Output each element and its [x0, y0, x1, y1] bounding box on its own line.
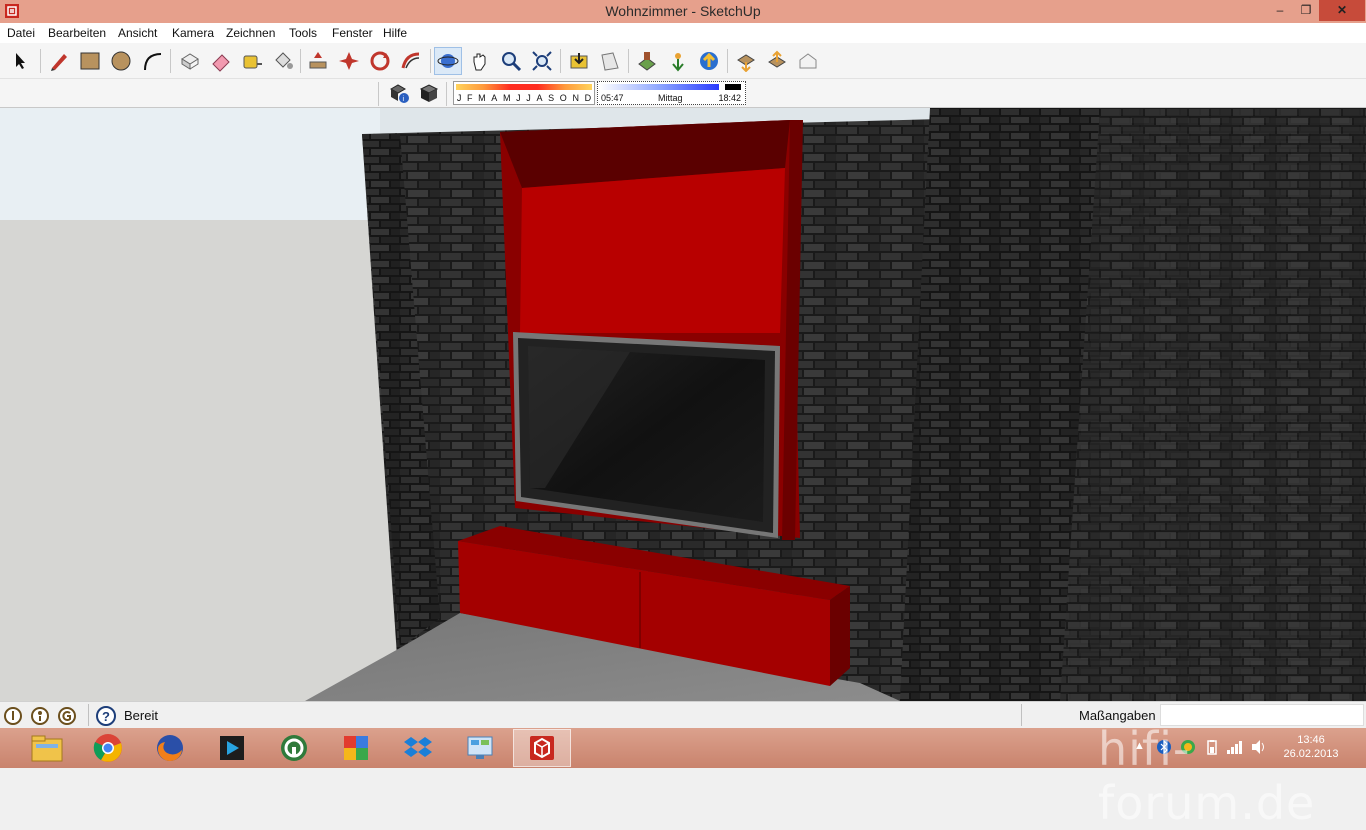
zoom-icon[interactable] [497, 47, 525, 75]
svg-text:?: ? [102, 709, 110, 724]
display-shadows-icon[interactable] [415, 79, 443, 107]
move-icon[interactable] [304, 47, 332, 75]
title-bar: Wohnzimmer - SketchUp – ❐ ✕ [0, 0, 1366, 23]
measurements-label: Maßangaben [1079, 708, 1156, 723]
model-viewport[interactable] [0, 107, 1366, 701]
share-model-icon[interactable] [695, 47, 723, 75]
toolbar-separator [300, 49, 301, 73]
select-icon[interactable] [7, 47, 35, 75]
help-icon[interactable]: ? [96, 706, 116, 726]
paint-bucket-icon[interactable] [269, 47, 297, 75]
chrome-icon[interactable] [79, 729, 137, 767]
toolbar-separator [560, 49, 561, 73]
time-gradient [600, 84, 719, 90]
menu-zeichnen[interactable]: Zeichnen [226, 26, 275, 40]
menu-bearbeiten[interactable]: Bearbeiten [48, 26, 106, 40]
firefox-icon[interactable] [141, 729, 199, 767]
tape-measure-icon[interactable] [238, 47, 266, 75]
explorer-icon[interactable] [18, 729, 76, 767]
window-title: Wohnzimmer - SketchUp [605, 3, 761, 19]
menu-tools[interactable]: Tools [289, 26, 317, 40]
geo-location-icon[interactable] [3, 706, 23, 726]
follow-me-icon[interactable] [397, 47, 425, 75]
puzzle-app-icon[interactable] [327, 729, 385, 767]
shadow-settings-icon[interactable]: i [385, 79, 413, 107]
toolbar-separator [430, 49, 431, 73]
month-gradient [456, 84, 592, 90]
maximize-button[interactable]: ❐ [1293, 0, 1319, 21]
previous-view-icon[interactable] [565, 47, 593, 75]
3d-warehouse-icon[interactable] [794, 47, 822, 75]
time-start-label: 05:47 [601, 93, 624, 103]
status-text: Bereit [124, 708, 158, 723]
time-end-label: 18:42 [718, 93, 741, 103]
toolbar-separator [40, 49, 41, 73]
close-button[interactable]: ✕ [1319, 0, 1365, 21]
menu-fenster[interactable]: Fenster [332, 26, 373, 40]
toolbar-separator [446, 82, 447, 106]
dropbox-icon[interactable] [389, 729, 447, 767]
media-player-icon[interactable] [203, 729, 261, 767]
menu-ansicht[interactable]: Ansicht [118, 26, 157, 40]
push-pull-icon[interactable] [176, 47, 204, 75]
get-models-icon[interactable] [664, 47, 692, 75]
minimize-button[interactable]: – [1267, 0, 1293, 21]
pencil-icon[interactable] [45, 47, 73, 75]
rectangle-icon[interactable] [76, 47, 104, 75]
time-night-marker [725, 84, 741, 90]
orbit-icon[interactable] [434, 47, 462, 75]
main-toolbar [0, 43, 1366, 79]
watermark-text: hifi-forum.de [1098, 722, 1316, 830]
toolbar-separator [727, 49, 728, 73]
add-location-icon[interactable] [633, 47, 661, 75]
menu-hilfe[interactable]: Hilfe [383, 26, 407, 40]
circle-icon[interactable] [107, 47, 135, 75]
control-panel-icon[interactable] [451, 729, 509, 767]
status-separator [1021, 704, 1022, 726]
toolbar-separator [378, 82, 379, 106]
sketchup-icon[interactable] [513, 729, 571, 767]
shadow-time-slider[interactable]: 05:47 Mittag 18:42 [597, 81, 746, 105]
offset-icon[interactable] [366, 47, 394, 75]
next-view-icon[interactable] [596, 47, 624, 75]
menu-bar: Datei Bearbeiten Ansicht Kamera Zeichnen… [0, 23, 1366, 43]
toolbar-separator [628, 49, 629, 73]
get-components-icon[interactable] [732, 47, 760, 75]
side-wall-far [1060, 108, 1366, 701]
menu-kamera[interactable]: Kamera [172, 26, 214, 40]
time-mid-label: Mittag [658, 93, 683, 103]
month-labels: JF MA MJ JA SO ND [456, 93, 592, 103]
google-signin-icon[interactable] [57, 706, 77, 726]
menu-datei[interactable]: Datei [7, 26, 35, 40]
scene-canvas[interactable] [0, 108, 1366, 701]
rotate-icon[interactable] [335, 47, 363, 75]
arc-icon[interactable] [138, 47, 166, 75]
credits-icon[interactable] [30, 706, 50, 726]
shadow-month-slider[interactable]: JF MA MJ JA SO ND [453, 81, 595, 105]
ground-plane [0, 220, 400, 701]
red-niche-inner [520, 168, 785, 333]
status-separator [88, 704, 89, 726]
pan-icon[interactable] [466, 47, 494, 75]
green-app-icon[interactable] [265, 729, 323, 767]
toolbar-separator [170, 49, 171, 73]
zoom-extents-icon[interactable] [528, 47, 556, 75]
share-component-icon[interactable] [763, 47, 791, 75]
sky-upper [0, 108, 380, 220]
eraser-icon[interactable] [207, 47, 235, 75]
